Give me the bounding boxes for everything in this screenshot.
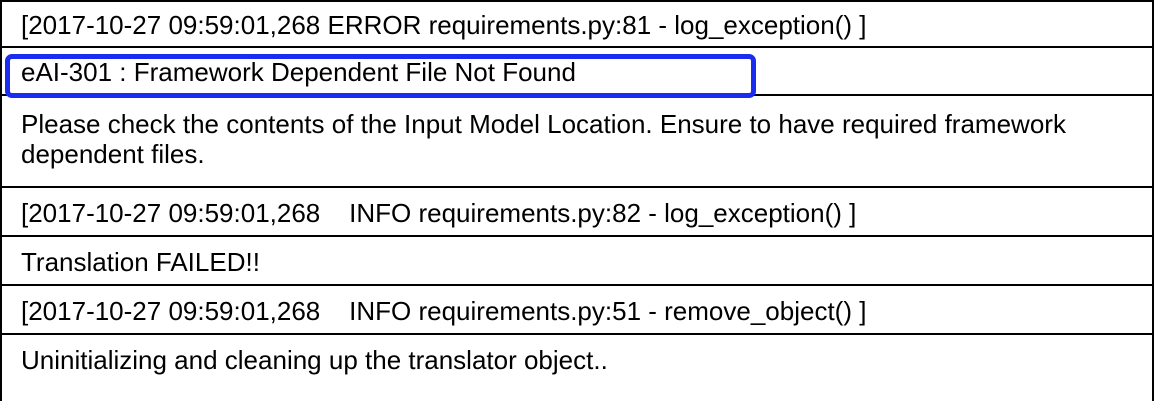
log-row-error-message: Please check the contents of the Input M…: [2, 96, 1152, 188]
log-line: eAI-301 : Framework Dependent File Not F…: [21, 57, 576, 87]
log-output-table: [2017-10-27 09:59:01,268 ERROR requireme…: [0, 0, 1154, 401]
log-row-info-header: [2017-10-27 09:59:01,268 INFO requiremen…: [2, 188, 1152, 237]
log-line: Translation FAILED!!: [21, 247, 260, 277]
log-line: [2017-10-27 09:59:01,268 INFO requiremen…: [21, 198, 857, 228]
log-row-info-header-2: [2017-10-27 09:59:01,268 INFO requiremen…: [2, 286, 1152, 335]
log-row-cleanup: Uninitializing and cleaning up the trans…: [2, 335, 1152, 403]
log-line: [2017-10-27 09:59:01,268 ERROR requireme…: [21, 10, 867, 40]
log-line: Uninitializing and cleaning up the trans…: [21, 345, 608, 375]
log-row-error-code: eAI-301 : Framework Dependent File Not F…: [2, 48, 1152, 96]
log-line: Please check the contents of the Input M…: [21, 109, 1066, 169]
log-row-error-header: [2017-10-27 09:59:01,268 ERROR requireme…: [2, 2, 1152, 48]
log-row-translation-status: Translation FAILED!!: [2, 237, 1152, 286]
log-line: [2017-10-27 09:59:01,268 INFO requiremen…: [21, 296, 867, 326]
